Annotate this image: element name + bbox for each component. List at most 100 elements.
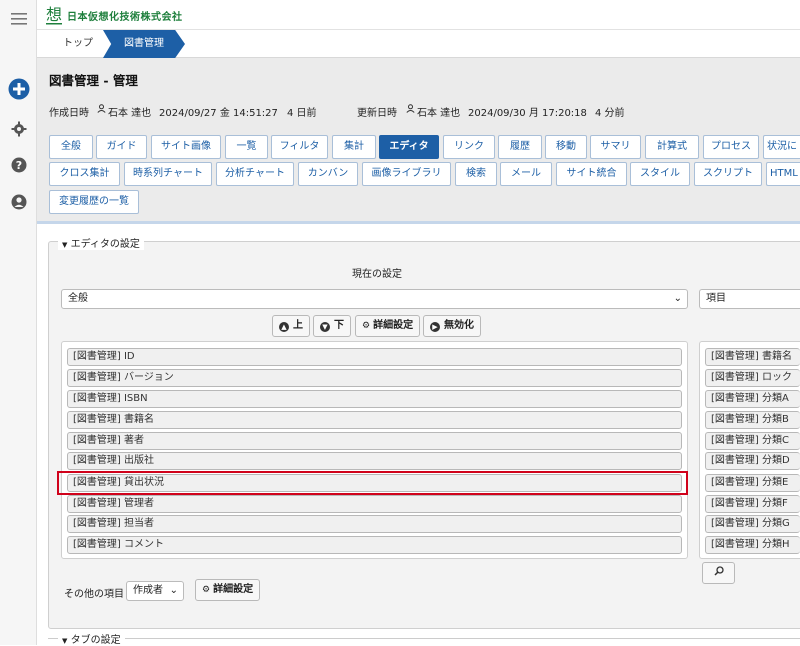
- collapse-caret-icon: ▼: [62, 241, 68, 249]
- tab-kanban[interactable]: カンバン: [298, 162, 358, 186]
- created-datetime: 2024/09/27 金 14:51:27: [159, 108, 278, 119]
- list-item[interactable]: [図書管理] 書籍名: [67, 411, 682, 429]
- updated-datetime: 2024/09/30 月 17:20:18: [468, 108, 587, 119]
- user-account-icon[interactable]: [0, 193, 37, 211]
- chevron-down-icon: ⌄: [673, 293, 682, 304]
- other-items-select[interactable]: 作成者 ⌄: [126, 581, 184, 601]
- list-item[interactable]: [図書管理] コメント: [67, 536, 682, 554]
- tab-process[interactable]: プロセス: [703, 135, 759, 159]
- breadcrumb-current[interactable]: 図書管理: [103, 30, 185, 58]
- other-detail-settings-label: 詳細設定: [213, 584, 254, 595]
- gear-icon[interactable]: [0, 120, 37, 138]
- company-logo[interactable]: 想: [45, 4, 63, 26]
- list-item[interactable]: [図書管理] ロック: [705, 369, 800, 387]
- arrow-down-icon: ▼: [320, 322, 330, 332]
- tab-status-control[interactable]: 状況に: [763, 135, 800, 159]
- section-select-value: 全般: [68, 293, 88, 304]
- tab-analysis-chart[interactable]: 分析チャート: [216, 162, 294, 186]
- tab-settings-legend[interactable]: ▼ タブの設定: [58, 631, 125, 646]
- move-down-button[interactable]: ▼ 下: [313, 315, 351, 337]
- other-items-label: その他の項目: [64, 589, 124, 600]
- tab-aggregation[interactable]: 集計: [332, 135, 376, 159]
- detail-settings-label: 詳細設定: [373, 320, 414, 331]
- svg-text:?: ?: [15, 159, 21, 172]
- created-user[interactable]: 石本 達也: [108, 104, 151, 119]
- list-item[interactable]: [図書管理] 担当者: [67, 515, 682, 533]
- tab-editor[interactable]: エディタ: [379, 135, 439, 159]
- tab-history[interactable]: 履歴: [498, 135, 542, 159]
- tab-site-integration[interactable]: サイト統合: [556, 162, 627, 186]
- search-button[interactable]: [702, 562, 735, 584]
- hamburger-menu-icon[interactable]: [0, 10, 37, 28]
- list-item[interactable]: [図書管理] 分類A: [705, 390, 800, 408]
- list-item[interactable]: [図書管理] 出版社: [67, 452, 682, 470]
- left-rail: ?: [0, 0, 37, 645]
- list-item[interactable]: [図書管理] 分類C: [705, 432, 800, 450]
- tab-move[interactable]: 移動: [545, 135, 587, 159]
- tab-style[interactable]: スタイル: [630, 162, 690, 186]
- updated-user[interactable]: 石本 達也: [417, 104, 460, 119]
- magnifier-icon: [713, 566, 724, 576]
- tab-settings-legend-text: タブの設定: [70, 635, 121, 646]
- list-item[interactable]: [図書管理] 分類E: [705, 474, 800, 492]
- breadcrumb: トップ 図書管理: [37, 30, 800, 58]
- tab-formula[interactable]: 計算式: [645, 135, 699, 159]
- breadcrumb-top-link[interactable]: トップ: [43, 30, 111, 58]
- list-item-selected[interactable]: [図書管理] 貸出状況: [67, 474, 682, 492]
- tab-time-series-chart[interactable]: 時系列チャート: [124, 162, 212, 186]
- company-logo-glyph: 想: [46, 5, 62, 24]
- list-item[interactable]: [図書管理] 分類H: [705, 536, 800, 554]
- chevron-down-icon: ⌄: [169, 585, 178, 596]
- list-item[interactable]: [図書管理] ID: [67, 348, 682, 366]
- list-item[interactable]: [図書管理] 分類D: [705, 452, 800, 470]
- company-name: 日本仮想化技術株式会社: [67, 12, 183, 23]
- updated-relative-time: 4 分前: [595, 108, 625, 119]
- right-list-select-value: 項目: [706, 293, 726, 304]
- move-up-label: 上: [293, 320, 303, 331]
- list-item[interactable]: [図書管理] 書籍名: [705, 348, 800, 366]
- move-up-button[interactable]: ▲ 上: [272, 315, 310, 337]
- tab-mail[interactable]: メール: [500, 162, 552, 186]
- tab-change-history-list[interactable]: 変更履歴の一覧: [49, 190, 139, 214]
- tab-settings-border: [48, 638, 800, 639]
- help-icon[interactable]: ?: [0, 156, 37, 174]
- tab-html[interactable]: HTML: [766, 162, 800, 186]
- tab-list[interactable]: 一覧: [225, 135, 268, 159]
- created-user-icon: [97, 104, 106, 116]
- list-item[interactable]: [図書管理] ISBN: [67, 390, 682, 408]
- tab-guide[interactable]: ガイド: [96, 135, 147, 159]
- list-item[interactable]: [図書管理] 管理者: [67, 495, 682, 513]
- updated-user-icon: [406, 104, 415, 116]
- gear-small-icon: ⚙: [362, 321, 371, 331]
- top-header: 想 日本仮想化技術株式会社: [37, 0, 800, 30]
- arrow-up-icon: ▲: [279, 322, 289, 332]
- tab-site-image[interactable]: サイト画像: [151, 135, 221, 159]
- tab-script[interactable]: スクリプト: [694, 162, 762, 186]
- created-label: 作成日時: [49, 108, 89, 119]
- tab-cross-tab[interactable]: クロス集計: [49, 162, 120, 186]
- right-list-select[interactable]: 項目: [699, 289, 800, 309]
- section-select[interactable]: 全般 ⌄: [61, 289, 688, 309]
- list-item[interactable]: [図書管理] 分類G: [705, 515, 800, 533]
- tab-general[interactable]: 全般: [49, 135, 93, 159]
- detail-settings-button[interactable]: ⚙ 詳細設定: [355, 315, 421, 337]
- page-title: 図書管理 - 管理: [49, 73, 138, 88]
- move-down-label: 下: [334, 320, 344, 331]
- editor-settings-legend[interactable]: ▼ エディタの設定: [58, 235, 144, 250]
- other-detail-settings-button[interactable]: ⚙ 詳細設定: [195, 579, 261, 601]
- add-new-icon[interactable]: [0, 78, 37, 100]
- disable-button[interactable]: ▶ 無効化: [423, 315, 481, 337]
- gear-small-icon: ⚙: [202, 585, 211, 595]
- tab-search[interactable]: 検索: [455, 162, 497, 186]
- tab-image-library[interactable]: 画像ライブラリ: [362, 162, 451, 186]
- created-relative-time: 4 日前: [287, 108, 317, 119]
- list-item[interactable]: [図書管理] バージョン: [67, 369, 682, 387]
- list-item[interactable]: [図書管理] 分類F: [705, 495, 800, 513]
- arrow-right-icon: ▶: [430, 322, 440, 332]
- tab-link[interactable]: リンク: [443, 135, 495, 159]
- list-item[interactable]: [図書管理] 分類B: [705, 411, 800, 429]
- list-item[interactable]: [図書管理] 著者: [67, 432, 682, 450]
- editor-settings-legend-text: エディタの設定: [70, 239, 140, 250]
- tab-filter[interactable]: フィルタ: [271, 135, 328, 159]
- tab-summary[interactable]: サマリ: [590, 135, 641, 159]
